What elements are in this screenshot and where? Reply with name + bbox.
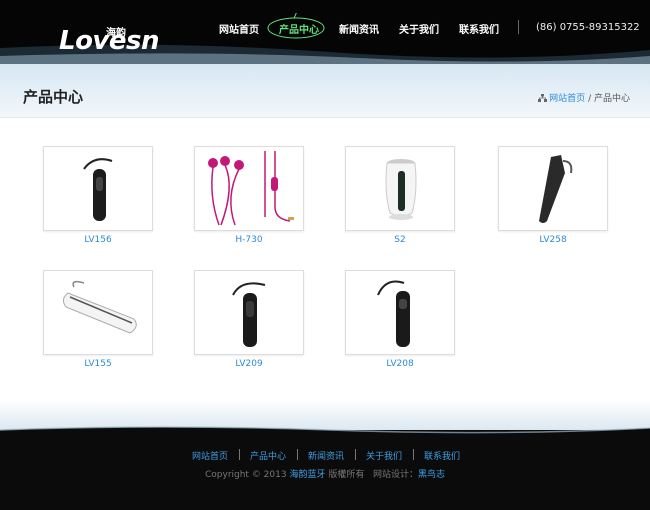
product-card[interactable]: LV155 — [43, 270, 153, 369]
product-name[interactable]: LV156 — [43, 235, 153, 245]
footer-separator — [297, 449, 298, 460]
product-image[interactable] — [194, 270, 304, 355]
product-image[interactable] — [345, 270, 455, 355]
product-image[interactable] — [345, 146, 455, 231]
product-image[interactable] — [194, 146, 304, 231]
copyright-prefix: Copyright © 2013 — [204, 470, 287, 480]
product-name[interactable]: H-730 — [194, 235, 304, 245]
sitemap-icon — [538, 94, 548, 102]
product-card[interactable]: LV209 — [194, 270, 304, 369]
earphones-image — [208, 151, 294, 226]
footer-separator — [413, 449, 414, 460]
product-image[interactable] — [43, 270, 153, 355]
earpiece-image — [539, 155, 573, 223]
designer-link[interactable]: 黑鸟志 — [418, 470, 445, 480]
footer-link-products[interactable]: 产品中心 — [250, 449, 286, 462]
earpiece-image — [83, 158, 113, 221]
site-header: Lovesn 海韵 (86) 0755-89315322 — [0, 0, 650, 64]
product-name[interactable]: LV208 — [345, 359, 455, 369]
footer-nav: 网站首页 产品中心 新闻资讯 关于我们 联系我们 — [0, 449, 650, 462]
footer-link-news[interactable]: 新闻资讯 — [308, 449, 344, 462]
product-image[interactable] — [498, 146, 608, 231]
footer-link-about[interactable]: 关于我们 — [366, 449, 402, 462]
nav-news[interactable]: 新闻资讯 — [339, 21, 379, 36]
product-card[interactable]: S2 — [345, 146, 455, 245]
product-name[interactable]: LV258 — [498, 235, 608, 245]
design-label: 网站设计： — [372, 470, 418, 480]
nav-products[interactable]: 产品中心 — [279, 21, 319, 36]
nav-contact[interactable]: 联系我们 — [459, 21, 499, 36]
breadcrumb-home[interactable]: 网站首页 — [549, 94, 585, 104]
earpiece-image — [232, 282, 266, 347]
footer-wave-decoration — [0, 426, 650, 436]
earpiece-image — [377, 280, 410, 347]
footer-separator — [355, 449, 356, 460]
header-phone: (86) 0755-89315322 — [536, 22, 640, 33]
footer-link-contact[interactable]: 联系我们 — [424, 449, 460, 462]
copyright-rights: 版權所有 — [328, 470, 365, 480]
product-image[interactable] — [43, 146, 153, 231]
copyright: Copyright © 2013 海韵蓝牙 版權所有 网站设计：黑鸟志 — [0, 467, 650, 480]
product-card[interactable]: LV208 — [345, 270, 455, 369]
product-name[interactable]: LV155 — [43, 359, 153, 369]
product-name[interactable]: S2 — [345, 235, 455, 245]
breadcrumb: 网站首页 / 产品中心 — [538, 91, 630, 104]
logo[interactable]: Lovesn 海韵 — [30, 12, 160, 56]
footer-link-home[interactable]: 网站首页 — [192, 449, 228, 462]
speaker-image — [385, 159, 417, 220]
product-name[interactable]: LV209 — [194, 359, 304, 369]
product-card[interactable]: LV258 — [498, 146, 608, 245]
breadcrumb-separator: / — [588, 94, 592, 104]
nav-about[interactable]: 关于我们 — [399, 21, 439, 36]
product-card[interactable]: LV156 — [43, 146, 153, 245]
nav-separator — [518, 20, 519, 34]
footer-separator — [239, 449, 240, 460]
earpiece-image — [62, 280, 137, 334]
company-link[interactable]: 海韵蓝牙 — [289, 470, 325, 480]
product-card[interactable]: H-730 — [194, 146, 304, 245]
breadcrumb-current: 产品中心 — [593, 94, 630, 104]
logo-cn-text: 海韵 — [106, 28, 126, 39]
page-title: 产品中心 — [23, 88, 84, 106]
nav-home[interactable]: 网站首页 — [219, 21, 259, 36]
